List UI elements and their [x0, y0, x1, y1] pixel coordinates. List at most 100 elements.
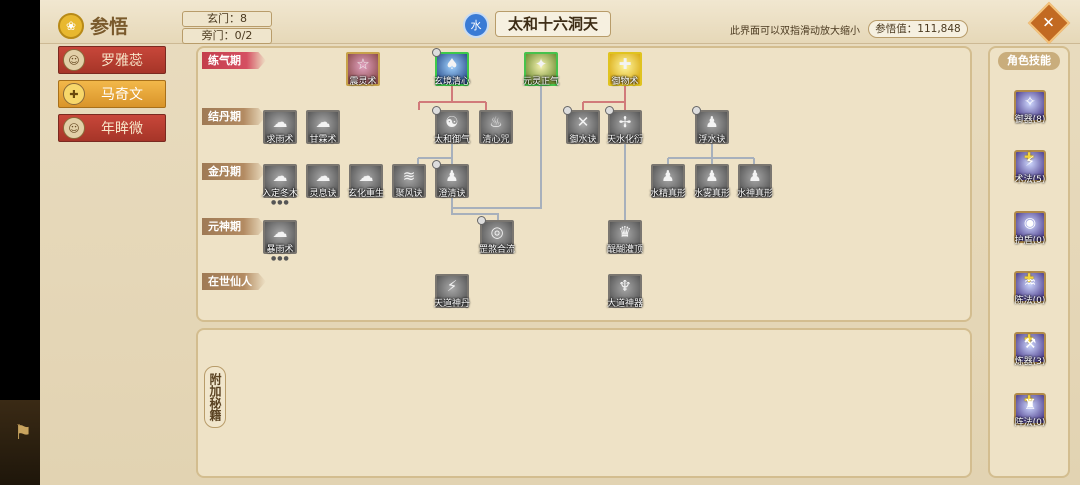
- technique-icon: ♆: [618, 277, 632, 295]
- skill-label: 护盾(0): [1014, 236, 1046, 246]
- skills-title: 角色技能: [998, 52, 1060, 70]
- technique-label: 罡煞合流: [478, 245, 515, 255]
- technique-node[interactable]: ♨ 清心咒: [479, 110, 513, 145]
- cultivation-screen: ❀ 参悟 玄门：8 旁门：0/2 水 太和十六洞天 此界面可以双指滑动放大缩小 …: [40, 0, 1080, 485]
- header-bar: ❀ 参悟 玄门：8 旁门：0/2 水 太和十六洞天 此界面可以双指滑动放大缩小 …: [40, 0, 1080, 45]
- technique-icon: ☆: [356, 55, 370, 73]
- technique-label: 天水化衍: [606, 135, 643, 145]
- technique-node[interactable]: ☁ 求雨术: [263, 110, 297, 145]
- technique-icon: ♠: [445, 55, 459, 73]
- character-name: 马奇文: [101, 87, 143, 103]
- technique-node[interactable]: ✢ 天水化衍: [605, 106, 643, 145]
- technique-label: 太和御气: [433, 135, 470, 145]
- technique-label: 水神真形: [736, 189, 773, 199]
- technique-node[interactable]: ♟ 浮水诀: [692, 106, 729, 145]
- technique-tree[interactable]: 练气期 结丹期 金丹期 元神期 在世仙人 ☆ 震灵术 ♠ 玄境清心 ✦ 元灵正气…: [196, 46, 972, 322]
- technique-node[interactable]: ✕ 御水诀: [563, 106, 600, 145]
- technique-node[interactable]: ⚡ 天道神丹: [434, 274, 470, 309]
- skill-label: 炼器(3): [1014, 357, 1046, 367]
- technique-icon: ⚡: [446, 277, 458, 295]
- technique-icon: ✢: [618, 113, 632, 131]
- technique-label: 聚风诀: [395, 189, 423, 199]
- technique-icon: ☁: [315, 167, 331, 185]
- water-element-badge: 水: [463, 12, 489, 38]
- page-title-text: 参悟: [90, 16, 129, 38]
- technique-node[interactable]: ☁ 甘霖术: [306, 110, 340, 145]
- rank-label-lianqi: 练气期: [202, 52, 266, 69]
- technique-label: 御水诀: [569, 135, 597, 145]
- technique-node[interactable]: ♆ 大道神器: [607, 274, 643, 309]
- technique-node[interactable]: ♠ 玄境清心: [432, 48, 470, 87]
- bonus-secrets-panel[interactable]: 附加秘籍: [196, 328, 972, 478]
- character-name: 罗雅蕊: [101, 53, 143, 69]
- technique-label: 醍醐灌顶: [606, 245, 643, 255]
- technique-node[interactable]: ♟ 澄清诀: [432, 160, 469, 199]
- technique-label: 水精真形: [649, 189, 686, 199]
- bonus-secrets-label: 附加秘籍: [204, 366, 226, 428]
- rank-label-yuanshen: 元神期: [202, 218, 266, 235]
- skill-lianqi[interactable]: ✚ ⚒ 炼器(3): [1014, 332, 1046, 367]
- technique-node[interactable]: ♟ 水精真形: [650, 164, 686, 199]
- character-tab-1[interactable]: ✚ 马奇文: [58, 80, 166, 108]
- technique-node[interactable]: ✦ 元灵正气: [523, 52, 559, 87]
- technique-icon: ☁: [272, 167, 288, 185]
- technique-node[interactable]: ☁ 入定冬木 ●●●: [262, 164, 298, 206]
- hudun-icon: ◉: [1023, 215, 1037, 231]
- technique-icon: ≋: [402, 167, 416, 185]
- technique-label: 澄清诀: [438, 189, 466, 199]
- technique-label: 入定冬木: [261, 189, 298, 199]
- technique-icon: ✕: [576, 113, 590, 131]
- skill-yuqi[interactable]: ✧ 御器(8): [1014, 90, 1046, 125]
- technique-icon: ♛: [618, 223, 632, 241]
- technique-node[interactable]: ☆ 震灵术: [346, 52, 380, 87]
- technique-label: 灵息诀: [309, 189, 337, 199]
- technique-label: 玄化重生: [347, 189, 384, 199]
- character-tab-2[interactable]: ☺ 年眸微: [58, 114, 166, 142]
- skill-label: 御器(8): [1014, 115, 1046, 125]
- plus-icon: ✚: [63, 83, 85, 105]
- technique-label: 水雾真形: [693, 189, 730, 199]
- technique-node[interactable]: ♛ 醍醐灌顶: [607, 220, 643, 255]
- zhenfa-icon: ♜: [1023, 397, 1037, 413]
- technique-label: 浮水诀: [698, 135, 726, 145]
- character-tab-0[interactable]: ☺ 罗雅蕊: [58, 46, 166, 74]
- technique-node[interactable]: ☁ 玄化重生: [348, 164, 384, 199]
- technique-label: 御物术: [611, 77, 639, 87]
- rank-label-jiedan: 结丹期: [202, 108, 266, 125]
- technique-label: 清心咒: [482, 135, 510, 145]
- skill-shufa[interactable]: ✚ ⚡ 术法(5): [1014, 150, 1046, 185]
- technique-icon: ☁: [358, 167, 374, 185]
- technique-node[interactable]: ♟ 水雾真形: [694, 164, 730, 199]
- skill-zhenfa[interactable]: ✚ ♜ 阵法(0): [1014, 393, 1046, 428]
- lianqi-icon: ⚒: [1023, 336, 1037, 352]
- technique-node[interactable]: ✚ 御物术: [608, 52, 642, 87]
- technique-label: 甘霖术: [309, 135, 337, 145]
- technique-icon: ☯: [445, 113, 459, 131]
- technique-label: 暴雨术: [266, 245, 294, 255]
- close-button[interactable]: ✕: [1027, 1, 1071, 45]
- insight-score: 参悟值：111,848: [868, 20, 968, 38]
- close-icon[interactable]: ✕: [1042, 13, 1055, 31]
- technique-icon: ♨: [489, 113, 503, 131]
- technique-icon: ☁: [315, 113, 331, 131]
- skill-label: 阵法(0): [1014, 418, 1046, 428]
- technique-icon: ♟: [705, 113, 719, 131]
- technique-icon: ✦: [534, 55, 548, 73]
- technique-node[interactable]: ☁ 暴雨术 ●●●: [263, 220, 297, 262]
- technique-icon: ♟: [748, 167, 762, 185]
- technique-node[interactable]: ♟ 水神真形: [737, 164, 773, 199]
- technique-node[interactable]: ☯ 太和御气: [432, 106, 470, 145]
- technique-label: 大道神器: [606, 299, 643, 309]
- rank-label-jindan: 金丹期: [202, 163, 266, 180]
- technique-node[interactable]: ◎ 罡煞合流: [477, 216, 515, 255]
- skill-hudun[interactable]: ◉ 护盾(0): [1014, 211, 1046, 246]
- skill-label: 陈法(0): [1014, 296, 1046, 306]
- character-avatar-icon: ☺: [63, 117, 85, 139]
- rank-dots-icon: ●●●: [271, 255, 290, 262]
- technique-node[interactable]: ≋ 聚风诀: [392, 164, 426, 199]
- technique-icon: ✚: [618, 55, 632, 73]
- technique-icon: ♟: [705, 167, 719, 185]
- shufa-icon: ⚡: [1025, 154, 1035, 170]
- technique-node[interactable]: ☁ 灵息诀: [306, 164, 340, 199]
- skill-chenfa[interactable]: ✚ ♒ 陈法(0): [1014, 271, 1046, 306]
